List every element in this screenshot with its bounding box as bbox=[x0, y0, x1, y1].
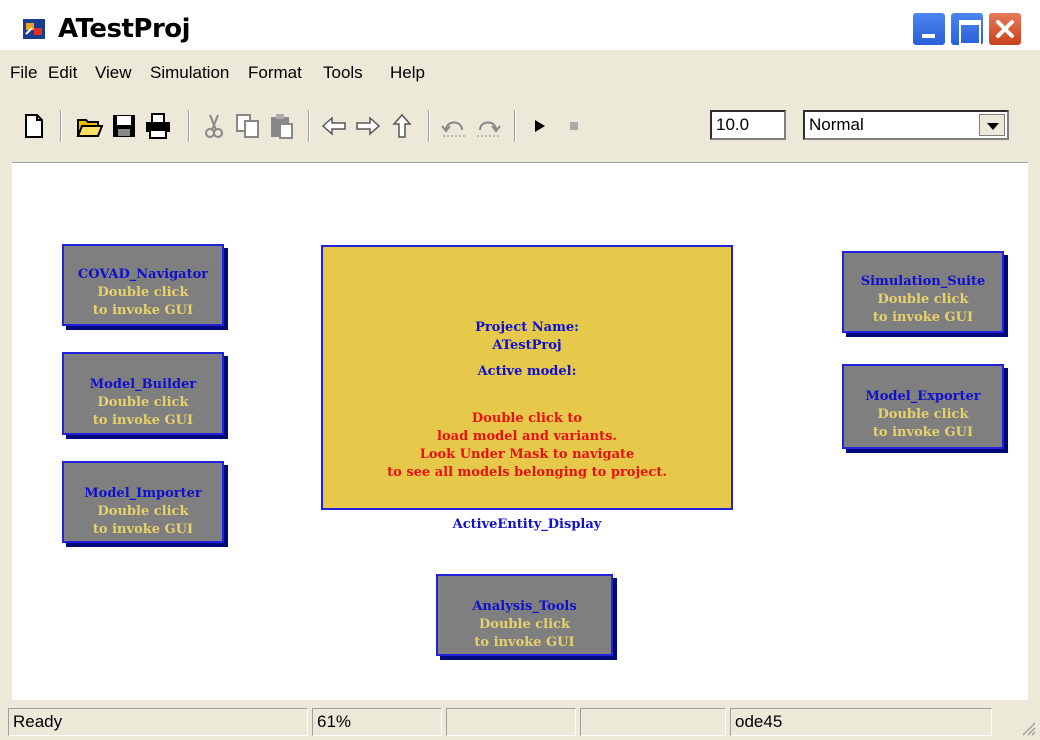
active-model-label: Active model: bbox=[477, 364, 577, 379]
block-name: Model_Exporter bbox=[865, 389, 981, 404]
status-bar: Ready 61% ode45 bbox=[0, 706, 1040, 740]
toolbar: 10.0 Normal bbox=[0, 98, 1040, 156]
block-hint: to invoke GUI bbox=[92, 413, 194, 428]
block-hint: to invoke GUI bbox=[872, 310, 974, 325]
model-builder-block[interactable]: Model_Builder Double click to invoke GUI bbox=[62, 352, 224, 435]
chevron-down-icon[interactable] bbox=[979, 114, 1005, 136]
simulation-mode-value: Normal bbox=[809, 115, 864, 134]
analysis-tools-block[interactable]: Analysis_Tools Double click to invoke GU… bbox=[436, 574, 613, 656]
block-name: Simulation_Suite bbox=[860, 274, 986, 289]
block-hint: to invoke GUI bbox=[92, 303, 194, 318]
toolbar-separator bbox=[60, 110, 62, 142]
toolbar-separator bbox=[514, 110, 516, 142]
model-exporter-block[interactable]: Model_Exporter Double click to invoke GU… bbox=[842, 364, 1004, 449]
back-icon[interactable] bbox=[320, 112, 348, 140]
instruction-line: Look Under Mask to navigate bbox=[419, 447, 635, 462]
model-canvas[interactable]: COVAD_Navigator Double click to invoke G… bbox=[12, 162, 1028, 700]
undo-icon[interactable] bbox=[440, 112, 468, 140]
simulation-mode-select[interactable]: Normal bbox=[803, 110, 1009, 140]
close-button[interactable] bbox=[988, 12, 1022, 46]
block-hint: Double click bbox=[97, 504, 189, 519]
menu-view[interactable]: View bbox=[95, 63, 132, 83]
print-icon[interactable] bbox=[144, 112, 172, 140]
block-hint: to invoke GUI bbox=[92, 522, 194, 537]
menu-file[interactable]: File bbox=[10, 63, 37, 83]
minimize-button[interactable] bbox=[912, 12, 946, 46]
block-hint: Double click bbox=[97, 395, 189, 410]
status-panel-empty bbox=[446, 708, 576, 736]
up-icon[interactable] bbox=[388, 112, 416, 140]
forward-icon[interactable] bbox=[354, 112, 382, 140]
status-text: Ready bbox=[8, 708, 308, 736]
stop-icon[interactable] bbox=[560, 112, 588, 140]
active-entity-display-block[interactable]: Project Name: ATestProj Active model: Do… bbox=[321, 245, 733, 510]
close-icon bbox=[996, 20, 1014, 38]
toolbar-separator bbox=[308, 110, 310, 142]
instruction-line: to see all models belonging to project. bbox=[387, 465, 667, 480]
play-icon[interactable] bbox=[526, 112, 554, 140]
simulink-app-icon bbox=[23, 19, 45, 39]
maximize-button[interactable] bbox=[950, 12, 984, 46]
toolbar-separator bbox=[428, 110, 430, 142]
instruction-line: load model and variants. bbox=[437, 429, 617, 444]
open-icon[interactable] bbox=[76, 112, 104, 140]
zoom-level: 61% bbox=[312, 708, 442, 736]
paste-icon[interactable] bbox=[268, 112, 296, 140]
solver-name: ode45 bbox=[730, 708, 992, 736]
save-icon[interactable] bbox=[110, 112, 138, 140]
display-block-caption: ActiveEntity_Display bbox=[452, 517, 602, 532]
covad-navigator-block[interactable]: COVAD_Navigator Double click to invoke G… bbox=[62, 244, 224, 326]
menu-simulation[interactable]: Simulation bbox=[150, 63, 229, 83]
toolbar-separator bbox=[188, 110, 190, 142]
window-title: ATestProj bbox=[58, 14, 191, 44]
resize-grip-icon[interactable] bbox=[1020, 720, 1036, 736]
menu-help[interactable]: Help bbox=[390, 63, 425, 83]
block-hint: Double click bbox=[97, 285, 189, 300]
simulation-suite-block[interactable]: Simulation_Suite Double click to invoke … bbox=[842, 251, 1004, 333]
menu-tools[interactable]: Tools bbox=[323, 63, 363, 83]
block-hint: Double click bbox=[877, 407, 969, 422]
block-name: Model_Builder bbox=[89, 377, 197, 392]
menu-edit[interactable]: Edit bbox=[48, 63, 77, 83]
redo-icon[interactable] bbox=[474, 112, 502, 140]
cut-icon[interactable] bbox=[200, 112, 228, 140]
block-name: COVAD_Navigator bbox=[77, 267, 209, 282]
model-window: ATestProj File Edit View Simulation Form… bbox=[0, 0, 1040, 740]
project-name-label: Project Name: bbox=[475, 320, 579, 335]
menu-format[interactable]: Format bbox=[248, 63, 302, 83]
block-name: Analysis_Tools bbox=[472, 599, 577, 614]
title-bar[interactable]: ATestProj bbox=[0, 0, 1040, 50]
model-importer-block[interactable]: Model_Importer Double click to invoke GU… bbox=[62, 461, 224, 543]
new-icon[interactable] bbox=[20, 112, 48, 140]
block-name: Model_Importer bbox=[84, 486, 202, 501]
block-hint: to invoke GUI bbox=[872, 425, 974, 440]
status-panel-empty bbox=[580, 708, 726, 736]
copy-icon[interactable] bbox=[234, 112, 262, 140]
block-hint: Double click bbox=[479, 617, 570, 632]
instruction-line: Double click to bbox=[471, 411, 583, 426]
menu-bar: File Edit View Simulation Format Tools H… bbox=[0, 58, 1040, 90]
block-hint: Double click bbox=[877, 292, 969, 307]
block-hint: to invoke GUI bbox=[474, 635, 575, 650]
stop-time-input[interactable]: 10.0 bbox=[710, 110, 786, 140]
project-name-value: ATestProj bbox=[492, 338, 562, 353]
